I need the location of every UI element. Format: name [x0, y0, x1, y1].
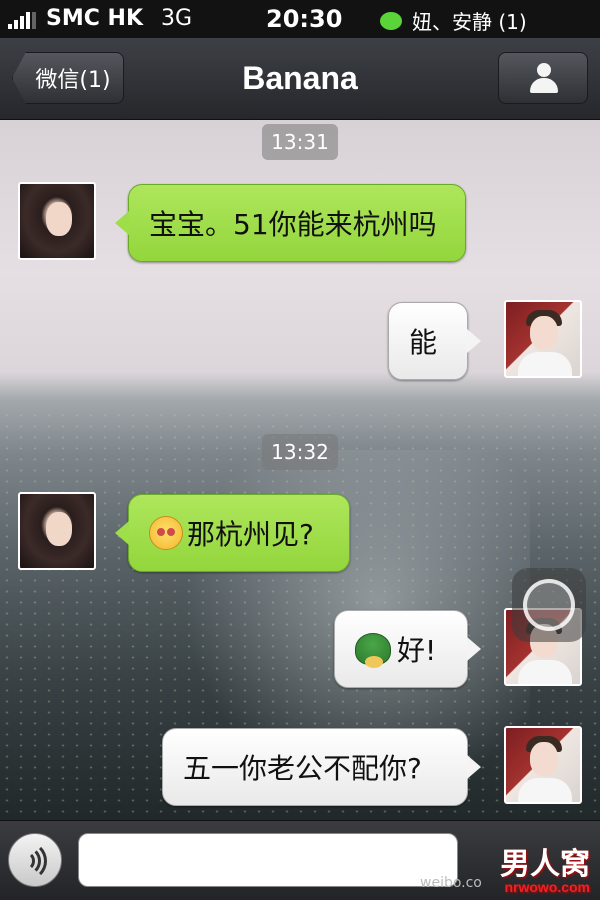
message-text: 那杭州见?: [187, 518, 314, 551]
status-bar: SMC HK 3G 20:30 妞、安静 (1): [0, 0, 600, 38]
chat-area[interactable]: 13:31 宝宝。51你能来杭州吗 能 13:32 那杭州见? 好! 五一你老公…: [0, 120, 600, 820]
avatar-me[interactable]: [504, 726, 582, 804]
voice-button[interactable]: [8, 833, 62, 887]
turtle-emoji-icon: [355, 633, 391, 668]
notification-text: 妞、安静 (1): [412, 10, 527, 34]
clock: 20:30: [266, 5, 343, 33]
person-icon: [530, 63, 558, 93]
site-watermark: 男人窝 nrwowo.com: [500, 839, 590, 895]
nav-bar: 微信(1) Banana: [0, 38, 600, 120]
weibo-watermark: weibo.co: [420, 875, 482, 891]
carrier-name: SMC HK: [46, 6, 144, 31]
message-bubble[interactable]: 那杭州见?: [115, 494, 350, 572]
notification[interactable]: 妞、安静 (1): [380, 6, 527, 35]
message-text: 宝宝。51你能来杭州吗: [149, 208, 437, 241]
timestamp: 13:32: [262, 434, 338, 470]
message-bubble[interactable]: 好!: [334, 610, 481, 688]
message-bubble[interactable]: 五一你老公不配你?: [162, 728, 481, 806]
input-bar: weibo.co 男人窝 nrwowo.com: [0, 820, 600, 900]
message-bubble[interactable]: 宝宝。51你能来杭州吗: [115, 184, 466, 262]
voice-icon: [21, 841, 51, 881]
message-text: 好!: [397, 634, 437, 667]
avatar-me[interactable]: [504, 300, 582, 378]
watermark-title: 男人窝: [500, 848, 590, 881]
assistive-touch-button[interactable]: [512, 568, 586, 642]
timestamp: 13:31: [262, 124, 338, 160]
watermark-url: nrwowo.com: [504, 879, 590, 895]
assistive-touch-icon: [523, 579, 575, 631]
network-type: 3G: [161, 6, 193, 31]
avatar-banana[interactable]: [18, 492, 96, 570]
message-bubble[interactable]: 能: [388, 302, 481, 380]
message-text: 能: [409, 326, 438, 359]
message-input[interactable]: [78, 833, 458, 887]
carrier-info: SMC HK 3G: [8, 6, 192, 31]
blushing-emoji-icon: [149, 516, 183, 550]
message-text: 五一你老公不配你?: [183, 752, 422, 785]
profile-button[interactable]: [498, 52, 588, 104]
signal-icon: [8, 9, 36, 29]
avatar-banana[interactable]: [18, 182, 96, 260]
wechat-notification-icon: [380, 11, 402, 30]
